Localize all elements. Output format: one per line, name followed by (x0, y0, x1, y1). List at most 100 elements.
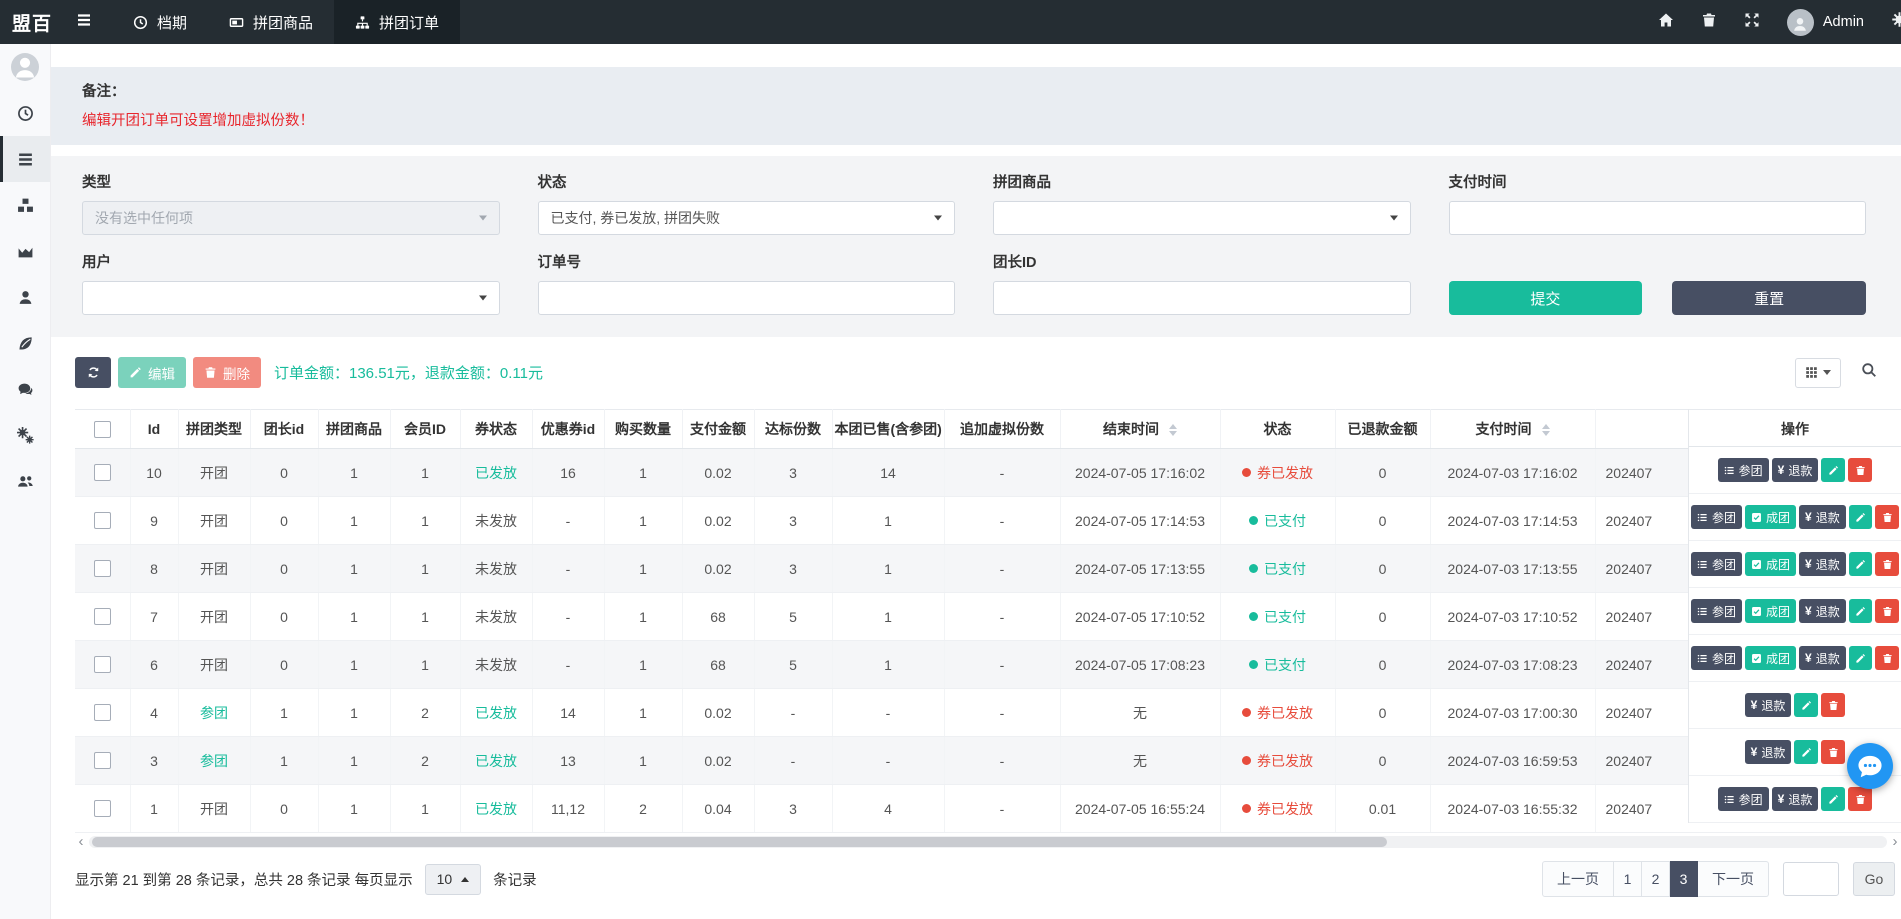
nav-tab-3[interactable]: 拼团订单 (334, 0, 460, 44)
filter-select-2[interactable] (993, 201, 1411, 235)
row-checkbox[interactable] (94, 656, 111, 673)
del-action-button[interactable] (1875, 646, 1899, 670)
del-action-button[interactable] (1848, 458, 1872, 482)
del-action-button[interactable] (1821, 740, 1845, 764)
scroll-right-arrow[interactable]: › (1889, 836, 1901, 848)
join-action-button[interactable]: 参团 (1691, 646, 1742, 670)
go-page-input[interactable] (1783, 862, 1839, 896)
edit-action-button[interactable] (1849, 505, 1873, 529)
refund-action-button[interactable]: ¥退款 (1799, 505, 1846, 529)
edit-action-button[interactable] (1849, 552, 1873, 576)
reset-button[interactable]: 重置 (1672, 281, 1866, 315)
filter-input-6[interactable] (993, 281, 1411, 315)
cell-virtual: - (944, 641, 1060, 689)
trash-button[interactable] (1701, 12, 1717, 33)
edit-action-button[interactable] (1821, 458, 1845, 482)
go-button[interactable]: Go (1853, 862, 1895, 896)
filter-select-4[interactable] (82, 281, 500, 315)
next-page-button[interactable]: 下一页 (1698, 861, 1769, 897)
nav-tab-2[interactable]: 拼团商品 (208, 0, 334, 44)
scroll-left-arrow[interactable]: ‹ (75, 836, 87, 848)
nav-tab-1[interactable]: 档期 (112, 0, 208, 44)
sidebar-item-comments[interactable] (0, 366, 50, 412)
filter-select-1[interactable]: 已支付, 券已发放, 拼团失败 (538, 201, 956, 235)
sidebar-item-clock[interactable] (0, 90, 50, 136)
join-action-button[interactable]: 参团 (1718, 458, 1769, 482)
del-action-button[interactable] (1875, 599, 1899, 623)
sidebar-item-list[interactable] (0, 136, 50, 182)
refresh-button[interactable] (75, 357, 111, 388)
del-action-button[interactable] (1848, 787, 1872, 811)
sidebar-item-leaf[interactable] (0, 320, 50, 366)
chat-support-button[interactable] (1847, 743, 1893, 789)
row-checkbox[interactable] (94, 800, 111, 817)
search-button[interactable] (1859, 360, 1879, 385)
edit-action-button[interactable] (1849, 599, 1873, 623)
refund-action-button[interactable]: ¥退款 (1799, 646, 1846, 670)
expand-button[interactable] (1744, 12, 1760, 33)
refund-action-button[interactable]: ¥退款 (1772, 787, 1819, 811)
prev-page-button[interactable]: 上一页 (1542, 861, 1614, 897)
sidebar-avatar[interactable] (0, 44, 50, 90)
chart-area-icon (17, 243, 34, 260)
join-action-button[interactable]: 参团 (1718, 787, 1769, 811)
sidebar-toggle-button[interactable] (72, 8, 96, 37)
sort-control[interactable] (1542, 424, 1550, 436)
del-action-button[interactable] (1875, 552, 1899, 576)
del-action-button[interactable] (1821, 693, 1845, 717)
user-menu[interactable]: Admin (1787, 9, 1864, 36)
filter-input-3[interactable] (1449, 201, 1867, 235)
join-action-button[interactable]: 参团 (1691, 505, 1742, 529)
page-button-2[interactable]: 2 (1642, 861, 1670, 897)
edit-button[interactable]: 编辑 (118, 357, 186, 388)
edit-action-button[interactable] (1794, 693, 1818, 717)
group-action-button[interactable]: 成团 (1745, 646, 1796, 670)
join-action-button[interactable]: 参团 (1691, 552, 1742, 576)
join-action-button[interactable]: 参团 (1691, 599, 1742, 623)
cell-coupon-status: 未发放 (460, 641, 532, 689)
page-button-3[interactable]: 3 (1670, 861, 1698, 897)
row-checkbox[interactable] (94, 512, 111, 529)
scrollbar-track[interactable] (89, 836, 1887, 848)
refund-action-button[interactable]: ¥退款 (1799, 552, 1846, 576)
sidebar-item-user[interactable] (0, 274, 50, 320)
row-checkbox[interactable] (94, 752, 111, 769)
row-checkbox[interactable] (94, 608, 111, 625)
sidebar-item-cubes[interactable] (0, 182, 50, 228)
brand-logo[interactable]: 盟百 (0, 9, 62, 36)
refund-action-button[interactable]: ¥退款 (1772, 458, 1819, 482)
row-checkbox[interactable] (94, 464, 111, 481)
delete-button[interactable]: 删除 (193, 357, 261, 388)
page-size-select[interactable]: 10 (425, 864, 482, 895)
edit-action-button[interactable] (1849, 646, 1873, 670)
row-checkbox[interactable] (94, 560, 111, 577)
del-action-button[interactable] (1875, 505, 1899, 529)
group-action-button[interactable]: 成团 (1745, 552, 1796, 576)
scrollbar-thumb[interactable] (92, 837, 1387, 847)
edit-action-button[interactable] (1821, 787, 1845, 811)
refund-action-button[interactable]: ¥退款 (1745, 740, 1792, 764)
column-header: 本团已售(含参团) (832, 410, 944, 449)
select-all-checkbox[interactable] (94, 421, 111, 438)
row-checkbox[interactable] (94, 704, 111, 721)
sidebar-item-chart-area[interactable] (0, 228, 50, 274)
home-button[interactable] (1658, 12, 1674, 33)
column-header[interactable]: 支付时间 (1430, 410, 1595, 449)
refund-action-button[interactable]: ¥退款 (1799, 599, 1846, 623)
sort-control[interactable] (1169, 424, 1177, 436)
cell-status: 已支付 (1220, 593, 1335, 641)
filter-input-5[interactable] (538, 281, 956, 315)
group-action-button[interactable]: 成团 (1745, 599, 1796, 623)
group-action-button[interactable]: 成团 (1745, 505, 1796, 529)
horizontal-scrollbar[interactable]: ‹ › (75, 835, 1901, 849)
submit-button[interactable]: 提交 (1449, 281, 1643, 315)
edit-action-button[interactable] (1794, 740, 1818, 764)
refund-action-button[interactable]: ¥退款 (1745, 693, 1792, 717)
filter-select-0[interactable]: 没有选中任何项 (82, 201, 500, 235)
columns-toggle-button[interactable] (1795, 358, 1841, 388)
sidebar-item-users[interactable] (0, 458, 50, 504)
gear-button[interactable] (1891, 11, 1901, 33)
column-header[interactable]: 结束时间 (1060, 410, 1220, 449)
page-button-1[interactable]: 1 (1614, 861, 1642, 897)
sidebar-item-cogs[interactable] (0, 412, 50, 458)
